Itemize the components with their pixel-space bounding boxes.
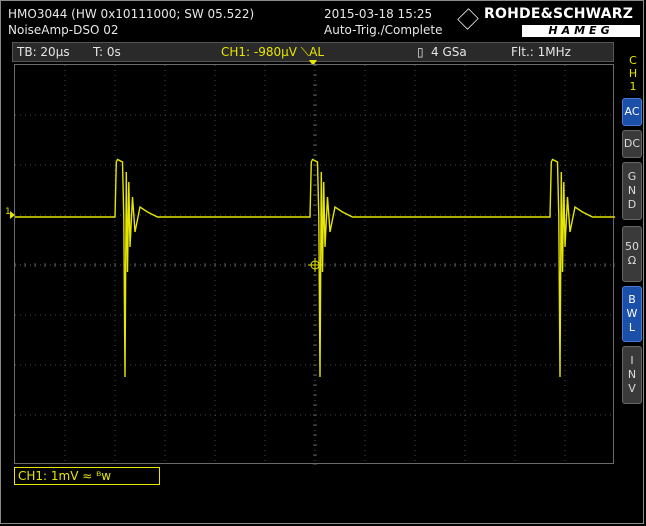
ch1-marker-arrow-icon[interactable] bbox=[10, 211, 15, 219]
side-softkey-panel: AC DC G N D 50 Ω B W L I N V bbox=[622, 52, 644, 512]
status-bar: TB: 20µs T: 0s CH1: -980µV ⟍AL ▯ 4 GSa F… bbox=[12, 42, 614, 62]
sample-rate-readout: 4 GSa bbox=[431, 45, 467, 59]
side-button-label: I bbox=[630, 354, 634, 367]
side-button-dc[interactable]: DC bbox=[622, 130, 642, 158]
side-button-label: AC bbox=[624, 105, 640, 118]
trigger-time-readout[interactable]: T: 0s bbox=[93, 45, 121, 59]
side-button-label: N bbox=[627, 368, 637, 381]
side-button-50ohm[interactable]: 50 Ω bbox=[622, 226, 642, 282]
side-button-label: G bbox=[627, 170, 637, 183]
side-button-label: D bbox=[627, 198, 637, 211]
side-button-label: 50 bbox=[625, 240, 639, 253]
brand-logo: ROHDE&SCHWARZ HAMEG bbox=[456, 6, 642, 40]
logo-rohde-schwarz: ROHDE&SCHWARZ bbox=[484, 6, 634, 22]
side-button-label: L bbox=[628, 321, 636, 334]
side-button-inv[interactable]: INV bbox=[622, 346, 642, 404]
date-time: 2015-03-18 15:25 bbox=[324, 7, 433, 21]
logo-hameg: HAMEG bbox=[522, 25, 640, 37]
side-button-gnd[interactable]: GND bbox=[622, 162, 642, 220]
timebase-readout[interactable]: TB: 20µs bbox=[17, 45, 70, 59]
side-button-label: B bbox=[628, 293, 636, 306]
rs-emblem-icon bbox=[457, 8, 479, 30]
acquisition-status: Auto-Trig./Complete bbox=[324, 23, 443, 37]
side-button-label: V bbox=[628, 382, 636, 395]
waveform-svg bbox=[15, 65, 615, 465]
instrument-model: HMO3044 (HW 0x10111000; SW 05.522) bbox=[8, 7, 255, 21]
file-name: NoiseAmp-DSO 02 bbox=[8, 23, 119, 37]
side-button-ac[interactable]: AC bbox=[622, 98, 642, 126]
side-button-label: W bbox=[626, 307, 638, 320]
ch1-scale-box[interactable]: CH1: 1mV ≈ ᴮw bbox=[14, 467, 160, 485]
side-button-bwl[interactable]: BWL bbox=[622, 286, 642, 342]
memory-icon: ▯ bbox=[417, 45, 424, 59]
side-button-label: DC bbox=[623, 137, 641, 150]
waveform-display[interactable] bbox=[14, 64, 615, 465]
filter-readout[interactable]: Flt.: 1MHz bbox=[511, 45, 571, 59]
side-button-label: N bbox=[627, 184, 637, 197]
side-button-label: Ω bbox=[627, 254, 637, 267]
trigger-level-readout[interactable]: CH1: -980µV ⟍AL bbox=[221, 45, 324, 60]
